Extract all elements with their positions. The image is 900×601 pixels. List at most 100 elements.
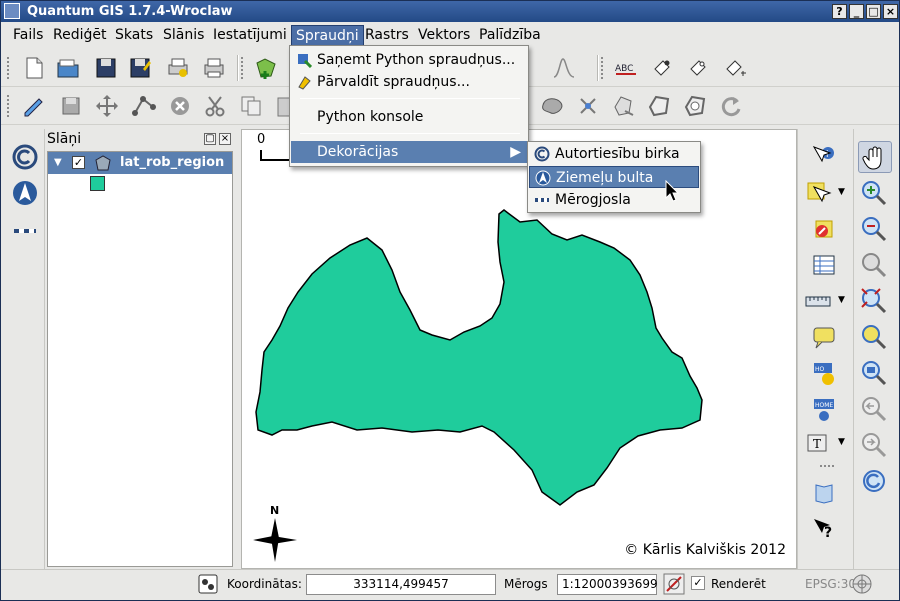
plugin-help-button[interactable] [808,477,842,509]
cut-features-button[interactable] [200,91,230,121]
pan-map-button[interactable] [858,141,892,173]
save-as-button[interactable] [125,53,155,83]
copyright-decoration-button[interactable] [9,141,43,173]
map-tips-button[interactable] [808,321,842,353]
split-features-button[interactable] [573,91,603,121]
maximize-button[interactable]: □ [866,4,881,19]
scale-bar-decoration-button[interactable] [9,215,43,247]
whats-this-button[interactable]: ? [808,513,842,545]
toolbar-grip[interactable] [601,57,607,79]
toolbar-grip[interactable] [7,95,13,117]
save-edits-button[interactable] [56,91,86,121]
zoom-next-button[interactable] [858,429,892,461]
layers-tree[interactable]: ▼ ✓ lat_rob_region [47,151,233,567]
help-window-button[interactable]: ? [832,4,847,19]
menu-item-copyright-label[interactable]: Autortiesību birka [529,143,699,165]
menu-palidziba[interactable]: Palīdzība [475,25,545,46]
print-composer-button[interactable] [163,53,193,83]
zoom-to-layer-button[interactable] [858,321,892,353]
collapse-icon[interactable]: ▼ [54,157,62,168]
print-button[interactable] [199,53,229,83]
menu-skats[interactable]: Skats [111,25,157,46]
menu-rediget[interactable]: Rediģēt [49,25,110,46]
histogram-button[interactable] [549,53,579,83]
ruler-icon [805,296,831,307]
submenu-arrow-icon: ▶ [510,144,521,160]
layer-row[interactable]: ▼ ✓ lat_rob_region [48,152,232,174]
layer-symbol-swatch[interactable] [90,176,105,191]
stop-render-icon[interactable] [663,573,685,595]
new-bookmark-button[interactable]: HO [808,357,842,389]
menu-spraudni[interactable]: Spraudņi [291,25,364,46]
layer-visibility-checkbox[interactable]: ✓ [72,156,85,169]
toolbar-separator [597,55,599,81]
map-canvas[interactable]: 0 N © Kārlis Kalviškis 2012 [241,129,797,569]
menu-iestatijumi[interactable]: Iestatījumi [209,25,291,46]
attributes-toolbar: i ▼ ▼ HO HOME T ▼ ? [797,129,853,569]
menu-item-decorations[interactable]: Dekorācijas ▶ [291,141,527,163]
redo-button[interactable] [717,91,747,121]
layers-panel: Slāņi ▢ × ▼ ✓ lat_rob_region [45,129,235,569]
coordinate-toggle-icon[interactable] [197,573,219,595]
move-feature-button[interactable] [92,91,122,121]
zoom-in-button[interactable] [858,177,892,209]
toolbar-grip[interactable] [820,465,834,469]
zoom-to-selection-button[interactable] [858,249,892,281]
scale-field[interactable]: 1:12000393699 [557,574,658,595]
menu-item-fetch-python-plugins[interactable]: Saņemt Python spraudņus... [291,49,527,71]
pin-labels-button[interactable] [647,53,677,83]
toolbar-grip[interactable] [7,57,13,79]
close-window-button[interactable]: × [883,4,898,19]
latvia-region-feature[interactable] [242,130,797,569]
menu-vektors[interactable]: Vektors [414,25,474,46]
ring-icon [614,96,634,116]
reshape-button[interactable] [537,91,567,121]
open-project-button[interactable] [53,53,83,83]
add-ring-button[interactable] [609,91,639,121]
add-vector-layer-button[interactable] [251,53,281,83]
move-label-button[interactable] [719,53,749,83]
delete-selected-button[interactable] [165,91,195,121]
new-project-button[interactable] [19,53,49,83]
north-arrow-decoration-button[interactable] [9,177,43,209]
whats-this-icon: ? [814,519,832,541]
zoom-out-button[interactable] [858,213,892,245]
menu-rastrs[interactable]: Rastrs [361,25,413,46]
measure-dropdown-caret[interactable]: ▼ [838,295,845,305]
toolbar-grip[interactable] [241,57,247,79]
select-features-button[interactable] [802,177,836,209]
projection-globe-icon[interactable] [851,573,873,595]
zoom-full-button[interactable] [858,285,892,317]
select-dropdown-caret[interactable]: ▼ [838,187,845,197]
attribute-table-button[interactable] [808,249,842,281]
copy-features-button[interactable] [236,91,266,121]
zoom-native-button[interactable] [858,357,892,389]
fill-ring-button[interactable] [644,91,674,121]
identify-button[interactable]: i [808,141,842,173]
pin-label-icon [654,60,670,76]
measure-button[interactable] [802,285,836,317]
fill-ring-icon [648,95,670,117]
show-labels-button[interactable] [683,53,713,83]
delete-ring-icon [684,95,706,117]
minimize-button[interactable]: _ [849,4,864,19]
menu-slanis[interactable]: Slānis [159,25,208,46]
refresh-button[interactable] [858,465,892,497]
zoom-last-button[interactable] [858,393,892,425]
coordinates-field[interactable]: 333114,499457 [306,574,496,595]
float-panel-button[interactable]: ▢ [204,133,216,145]
menu-fails[interactable]: Fails [9,25,47,46]
save-project-button[interactable] [91,53,121,83]
menu-item-manage-plugins[interactable]: Pārvaldīt spraudņus... [291,71,527,93]
delete-ring-button[interactable] [680,91,710,121]
node-tool-button[interactable] [129,91,159,121]
text-annotation-button[interactable]: T [802,427,836,459]
deselect-button[interactable] [808,213,842,245]
close-panel-button[interactable]: × [219,133,231,145]
annotation-dropdown-caret[interactable]: ▼ [838,437,845,447]
show-bookmarks-button[interactable]: HOME [808,393,842,425]
toggle-editing-button[interactable] [19,91,49,121]
render-checkbox[interactable]: ✓ [691,576,705,590]
spell-check-button[interactable]: ABC [611,53,641,83]
menu-item-python-console[interactable]: Python konsole [291,106,527,128]
